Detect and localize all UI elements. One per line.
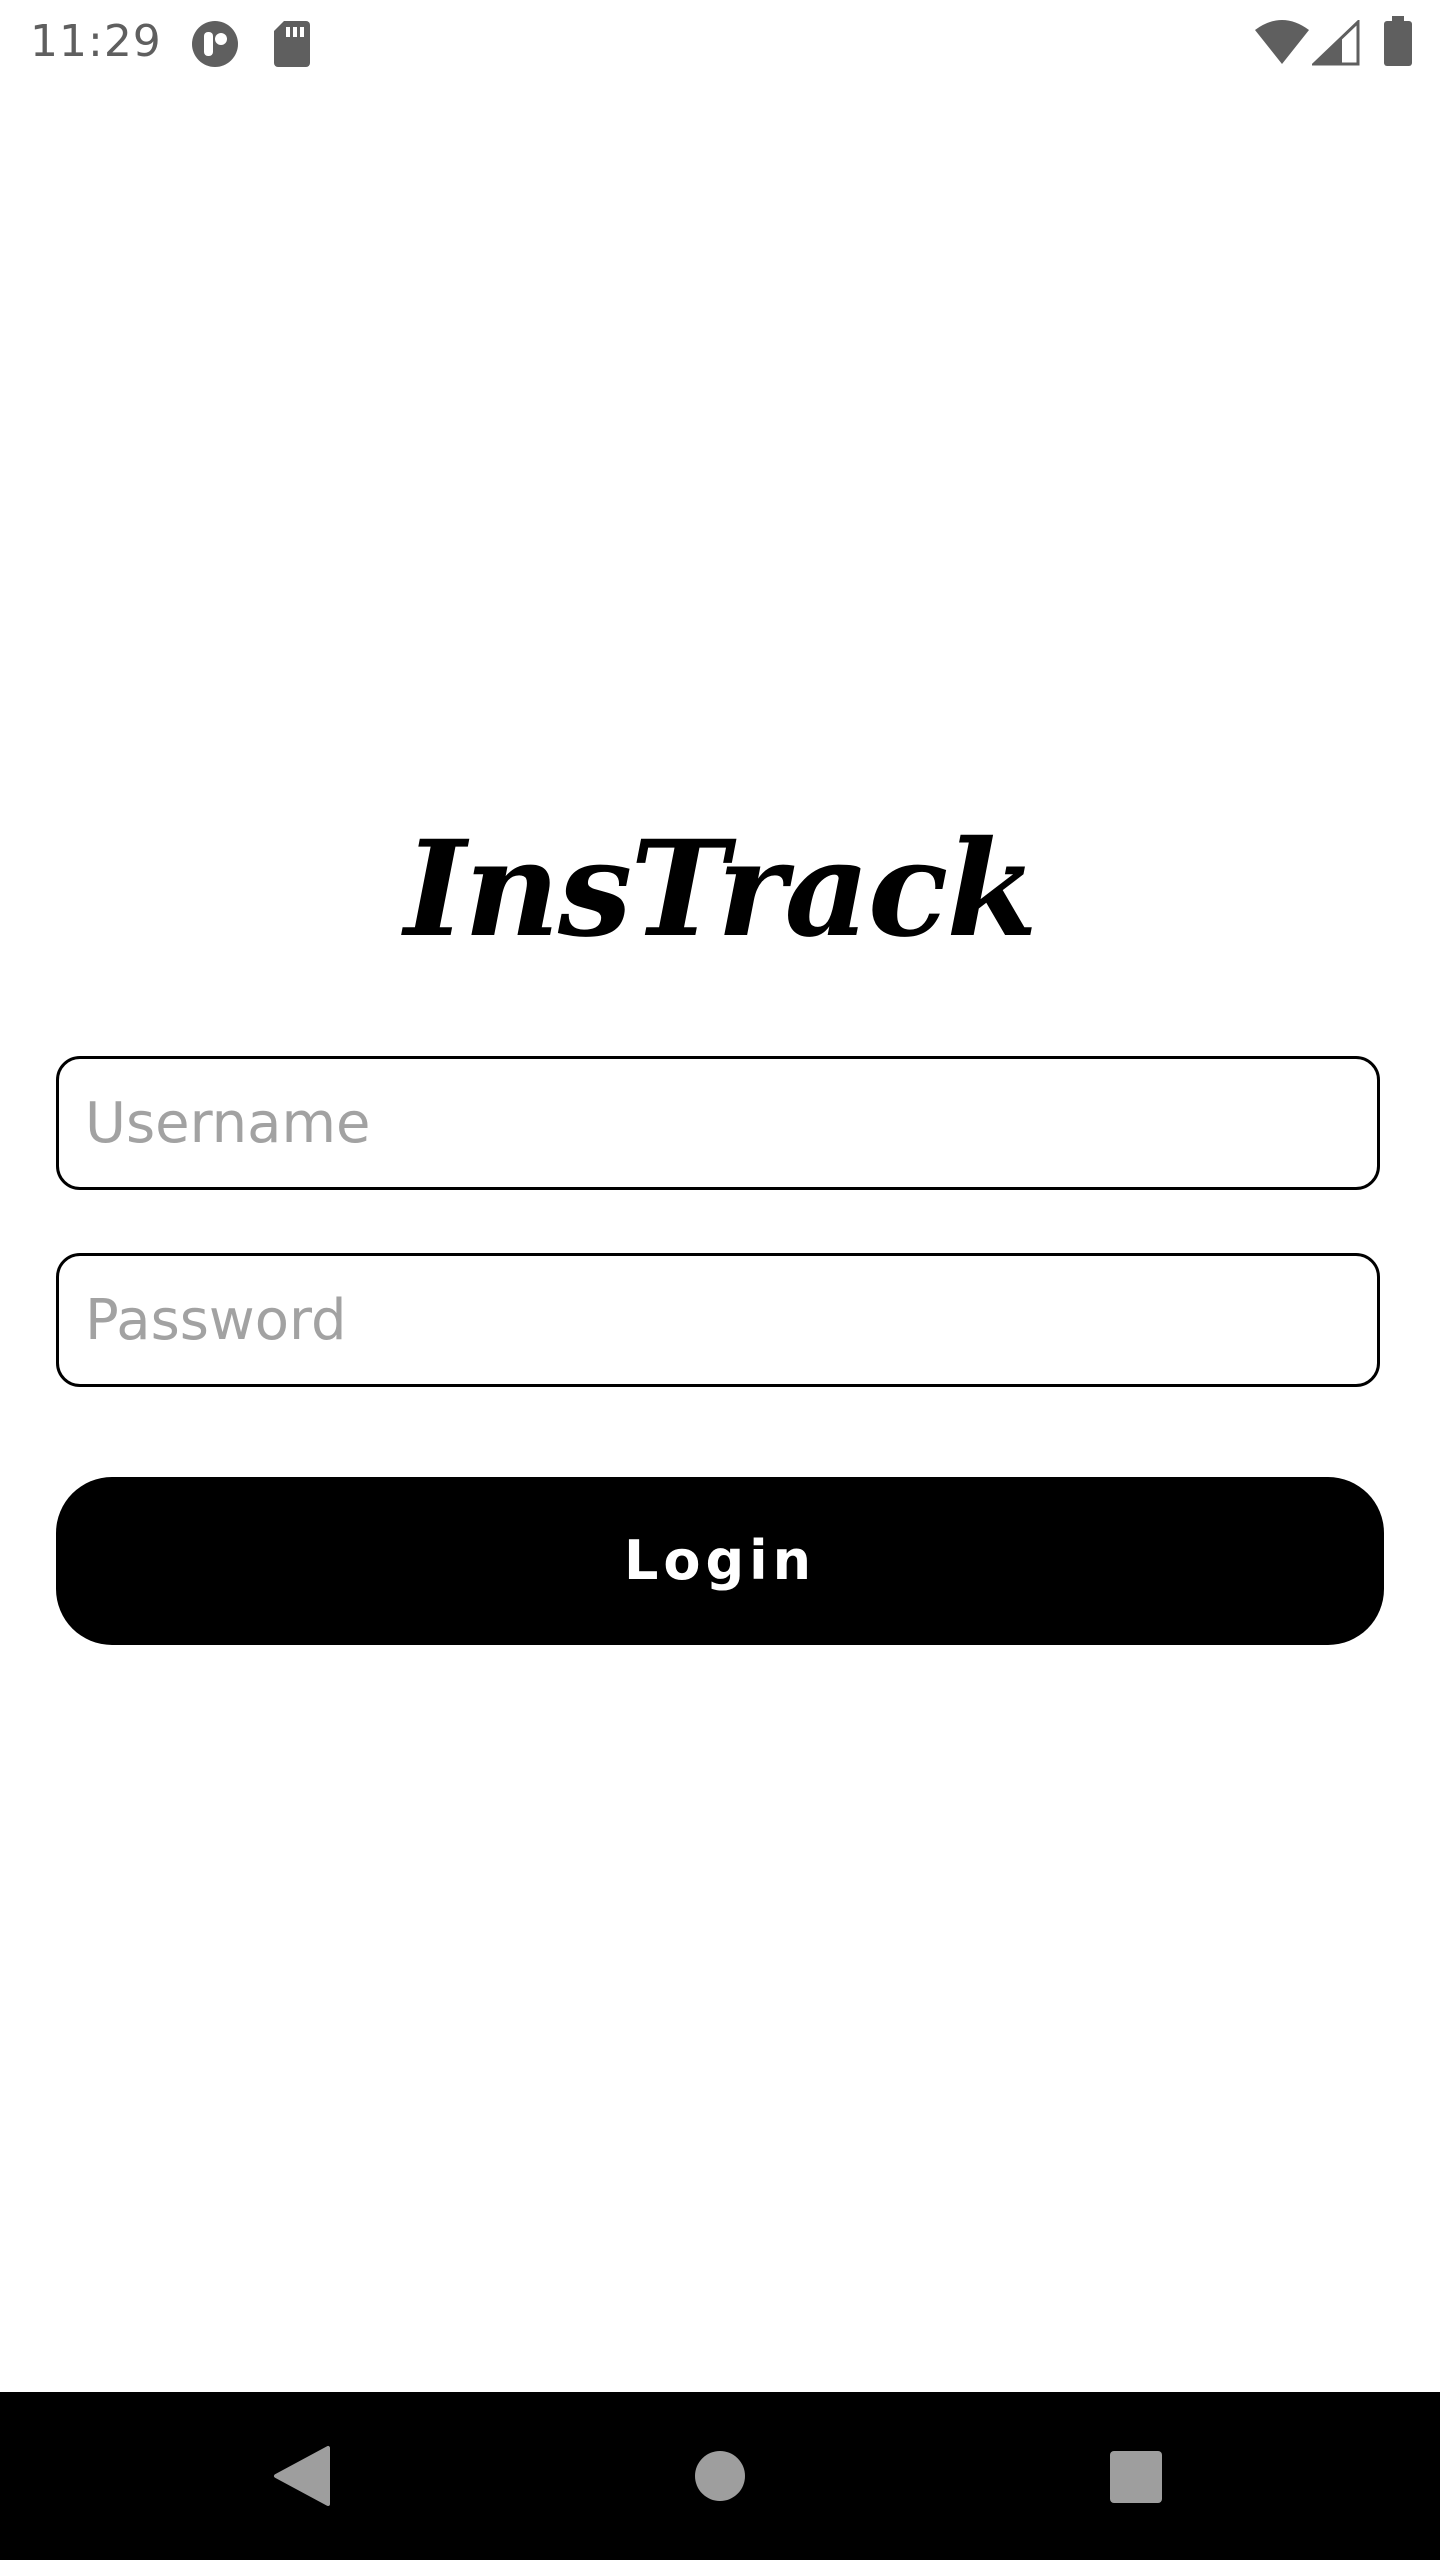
login-button[interactable]: Login xyxy=(56,1477,1384,1645)
back-icon[interactable] xyxy=(250,2426,350,2526)
password-field[interactable] xyxy=(56,1253,1380,1387)
status-time: 11:29 xyxy=(30,16,162,67)
status-bar: 11:29 xyxy=(0,0,1440,84)
password-input[interactable] xyxy=(59,1256,1377,1384)
username-field[interactable] xyxy=(56,1056,1380,1190)
username-input[interactable] xyxy=(59,1059,1377,1187)
home-icon[interactable] xyxy=(670,2426,770,2526)
app-logo: InsTrack xyxy=(404,812,1038,967)
recents-icon[interactable] xyxy=(1085,2426,1185,2526)
login-screen: 11:29 InsTrack L xyxy=(0,0,1440,2560)
sd-card-icon xyxy=(274,21,310,67)
app-notification-icon xyxy=(192,21,238,67)
cell-signal-icon xyxy=(1312,20,1360,66)
battery-icon xyxy=(1384,16,1412,66)
navigation-bar xyxy=(0,2392,1440,2560)
wifi-icon xyxy=(1255,20,1309,64)
